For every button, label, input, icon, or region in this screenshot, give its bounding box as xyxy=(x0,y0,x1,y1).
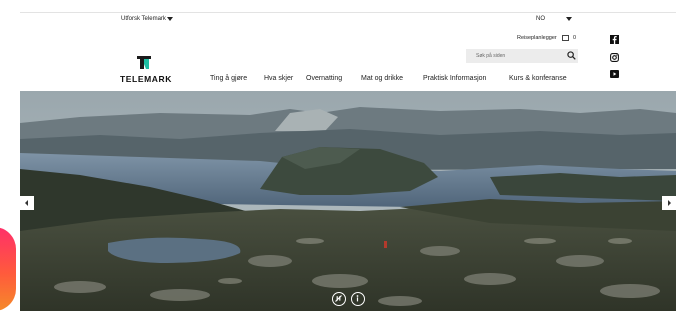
chevron-down-icon[interactable] xyxy=(167,17,173,21)
logo-text[interactable]: TELEMARK xyxy=(120,74,172,84)
language-selector[interactable]: NO xyxy=(536,16,545,22)
instagram-badge-icon[interactable] xyxy=(0,227,16,311)
site-header: TELEMARK Reiseplanlegger 0 Søk på siden … xyxy=(20,30,676,91)
planner-count: 0 xyxy=(573,35,577,41)
search-placeholder[interactable]: Søk på siden xyxy=(476,53,505,59)
hero-image xyxy=(20,91,676,311)
carousel-prev-button[interactable] xyxy=(20,196,34,210)
pause-button[interactable] xyxy=(332,292,346,306)
search-icon[interactable] xyxy=(567,51,576,60)
youtube-icon[interactable] xyxy=(610,70,619,78)
nav-kurs-konferanse[interactable]: Kurs & konferanse xyxy=(509,75,567,82)
carousel-next-button[interactable] xyxy=(662,196,676,210)
explore-dropdown[interactable]: Utforsk Telemark xyxy=(121,16,166,22)
nav-mat-og-drikke[interactable]: Mat og drikke xyxy=(361,75,403,82)
nav-praktisk-informasjon[interactable]: Praktisk Informasjon xyxy=(423,75,486,82)
chevron-right-icon[interactable] xyxy=(662,196,676,210)
pause-icon[interactable] xyxy=(333,293,344,304)
trip-planner-link[interactable]: Reiseplanlegger xyxy=(517,35,557,41)
instagram-icon[interactable] xyxy=(610,53,619,62)
chevron-down-icon[interactable] xyxy=(566,17,572,21)
nav-ting-a-gjore[interactable]: Ting å gjøre xyxy=(210,75,247,82)
planner-icon[interactable] xyxy=(562,35,569,41)
facebook-icon[interactable] xyxy=(610,35,619,44)
nav-overnatting[interactable]: Overnatting xyxy=(306,75,342,82)
nav-hva-skjer[interactable]: Hva skjer xyxy=(264,75,293,82)
hero-landscape-image xyxy=(20,91,676,311)
chevron-left-icon[interactable] xyxy=(20,196,34,210)
top-utility-bar: Utforsk Telemark NO xyxy=(20,12,676,31)
search-box[interactable]: Søk på siden xyxy=(466,49,578,63)
info-icon[interactable] xyxy=(352,293,363,304)
info-button[interactable] xyxy=(351,292,365,306)
telemark-logo-icon[interactable] xyxy=(137,56,151,69)
